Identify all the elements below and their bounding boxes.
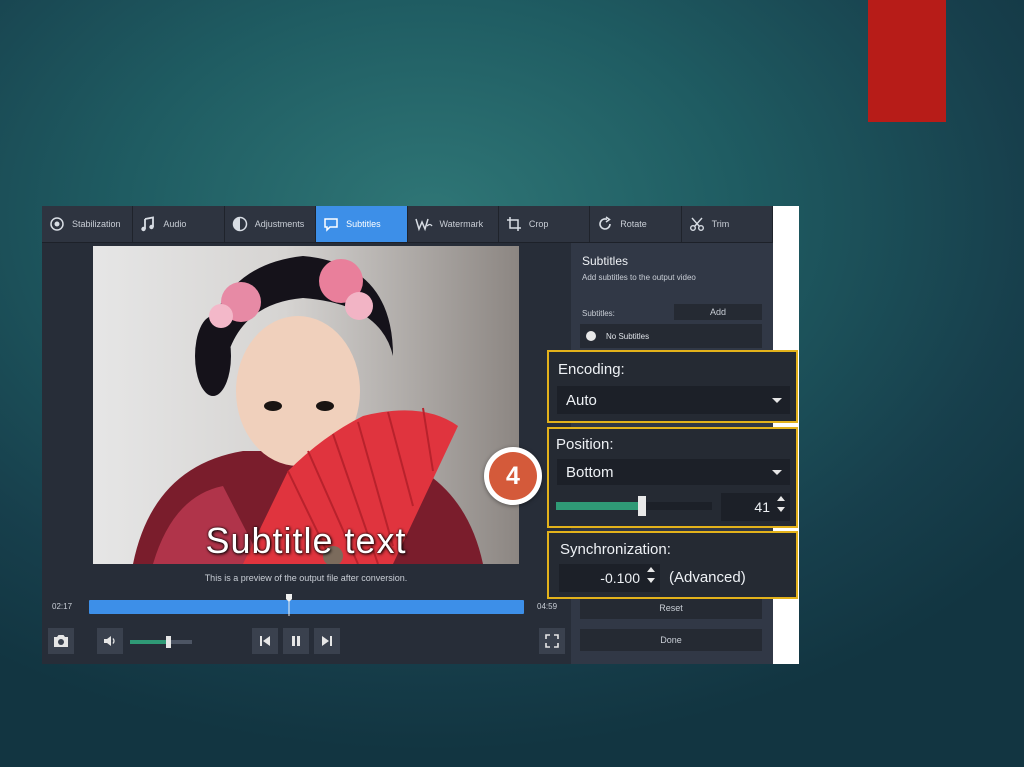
position-dropdown[interactable]: Bottom [557, 459, 790, 485]
arrow-up-icon[interactable] [647, 567, 655, 572]
skip-back-icon [260, 636, 270, 646]
total-time: 04:59 [537, 602, 558, 611]
reset-button[interactable]: Reset [580, 597, 762, 619]
snapshot-button[interactable] [48, 628, 74, 654]
tab-trim[interactable]: Trim [682, 206, 773, 242]
timeline-scrubber[interactable] [89, 594, 524, 616]
advanced-link[interactable]: (Advanced) [669, 569, 746, 586]
position-label: Position: [556, 436, 614, 453]
synchronization-value: -0.100 [600, 570, 640, 586]
skip-forward-icon [322, 636, 332, 646]
no-subtitles-label: No Subtitles [606, 331, 650, 341]
radio-button[interactable] [586, 331, 596, 341]
preview-photo [133, 256, 483, 564]
next-button[interactable] [314, 628, 340, 654]
position-offset-slider[interactable] [556, 496, 712, 516]
volume-fill [130, 640, 169, 644]
subtitles-label: Subtitles: [582, 309, 615, 318]
subtitle-overlay-text: Subtitle text [205, 520, 407, 561]
encoding-label: Encoding: [558, 361, 625, 378]
tab-watermark[interactable]: Watermark [408, 206, 499, 242]
crop-icon [506, 217, 521, 231]
volume-slider[interactable] [130, 636, 192, 648]
tab-audio[interactable]: Audio [133, 206, 225, 242]
rotate-icon [599, 216, 612, 230]
encoding-value: Auto [566, 391, 597, 409]
preview-note: This is a preview of the output file aft… [204, 573, 408, 583]
synchronization-callout: Synchronization: -0.100 (Advanced) [547, 531, 798, 599]
pause-button[interactable] [283, 628, 309, 654]
tab-crop[interactable]: Crop [499, 206, 591, 242]
position-slider-knob[interactable] [637, 496, 646, 516]
tab-label: Stabilization [72, 219, 121, 229]
panel-title: Subtitles [582, 254, 629, 268]
previous-button[interactable] [252, 628, 278, 654]
tab-stabilization[interactable]: Stabilization [42, 206, 134, 242]
tab-adjustments[interactable]: Adjustments [225, 206, 317, 242]
tab-label: Watermark [439, 219, 484, 229]
tab-label: Audio [163, 219, 187, 229]
add-subtitles-button[interactable]: Add [674, 304, 762, 320]
volume-knob[interactable] [166, 636, 172, 648]
video-preview: Subtitle text [93, 246, 519, 564]
position-value: Bottom [566, 463, 614, 481]
contrast-icon [232, 216, 247, 232]
position-slider-fill [556, 502, 642, 510]
pause-icon [292, 636, 300, 646]
done-button[interactable]: Done [580, 629, 762, 651]
synchronization-label: Synchronization: [560, 541, 671, 558]
step-number-badge: 4 [484, 447, 542, 505]
speech-bubble-icon [324, 218, 338, 232]
synchronization-spinner[interactable]: -0.100 [559, 564, 660, 592]
no-subtitles-option[interactable]: No Subtitles [580, 324, 762, 348]
current-time: 02:17 [52, 602, 73, 611]
slide-accent-tab [868, 0, 946, 122]
arrow-down-icon[interactable] [647, 578, 655, 583]
tab-rotate[interactable]: Rotate [590, 206, 682, 242]
fullscreen-button[interactable] [539, 628, 565, 654]
watermark-icon [414, 218, 433, 232]
music-note-icon [141, 216, 155, 232]
arrow-up-icon[interactable] [777, 496, 785, 501]
scissors-icon [689, 217, 704, 231]
encoding-callout: Encoding: Auto [547, 350, 798, 423]
stabilization-icon [50, 217, 64, 231]
position-callout: Position: Bottom 41 [547, 427, 798, 528]
mute-button[interactable] [97, 628, 123, 654]
position-offset-spinner[interactable]: 41 [721, 493, 790, 521]
tab-subtitles[interactable]: Subtitles [316, 206, 408, 242]
position-offset-value: 41 [754, 499, 770, 515]
camera-icon [54, 635, 68, 647]
playhead-marker[interactable] [286, 594, 293, 616]
fullscreen-icon [545, 634, 559, 648]
tab-label: Crop [528, 219, 549, 229]
spinner-arrows[interactable] [647, 567, 655, 583]
chevron-down-icon [772, 470, 782, 475]
tab-label: Subtitles [346, 219, 381, 229]
tab-label: Trim [711, 219, 730, 229]
tab-label: Adjustments [254, 219, 305, 229]
encoding-dropdown[interactable]: Auto [557, 386, 790, 414]
speaker-icon [104, 636, 115, 646]
player-controls [42, 626, 571, 664]
spinner-arrows[interactable] [777, 496, 785, 512]
chevron-down-icon [772, 398, 782, 403]
step-number: 4 [489, 452, 537, 500]
arrow-down-icon[interactable] [777, 507, 785, 512]
tab-label: Rotate [620, 219, 647, 229]
panel-description: Add subtitles to the output video [582, 273, 696, 282]
toolbar: Stabilization Audio Adjustments Subtitle… [42, 206, 773, 243]
